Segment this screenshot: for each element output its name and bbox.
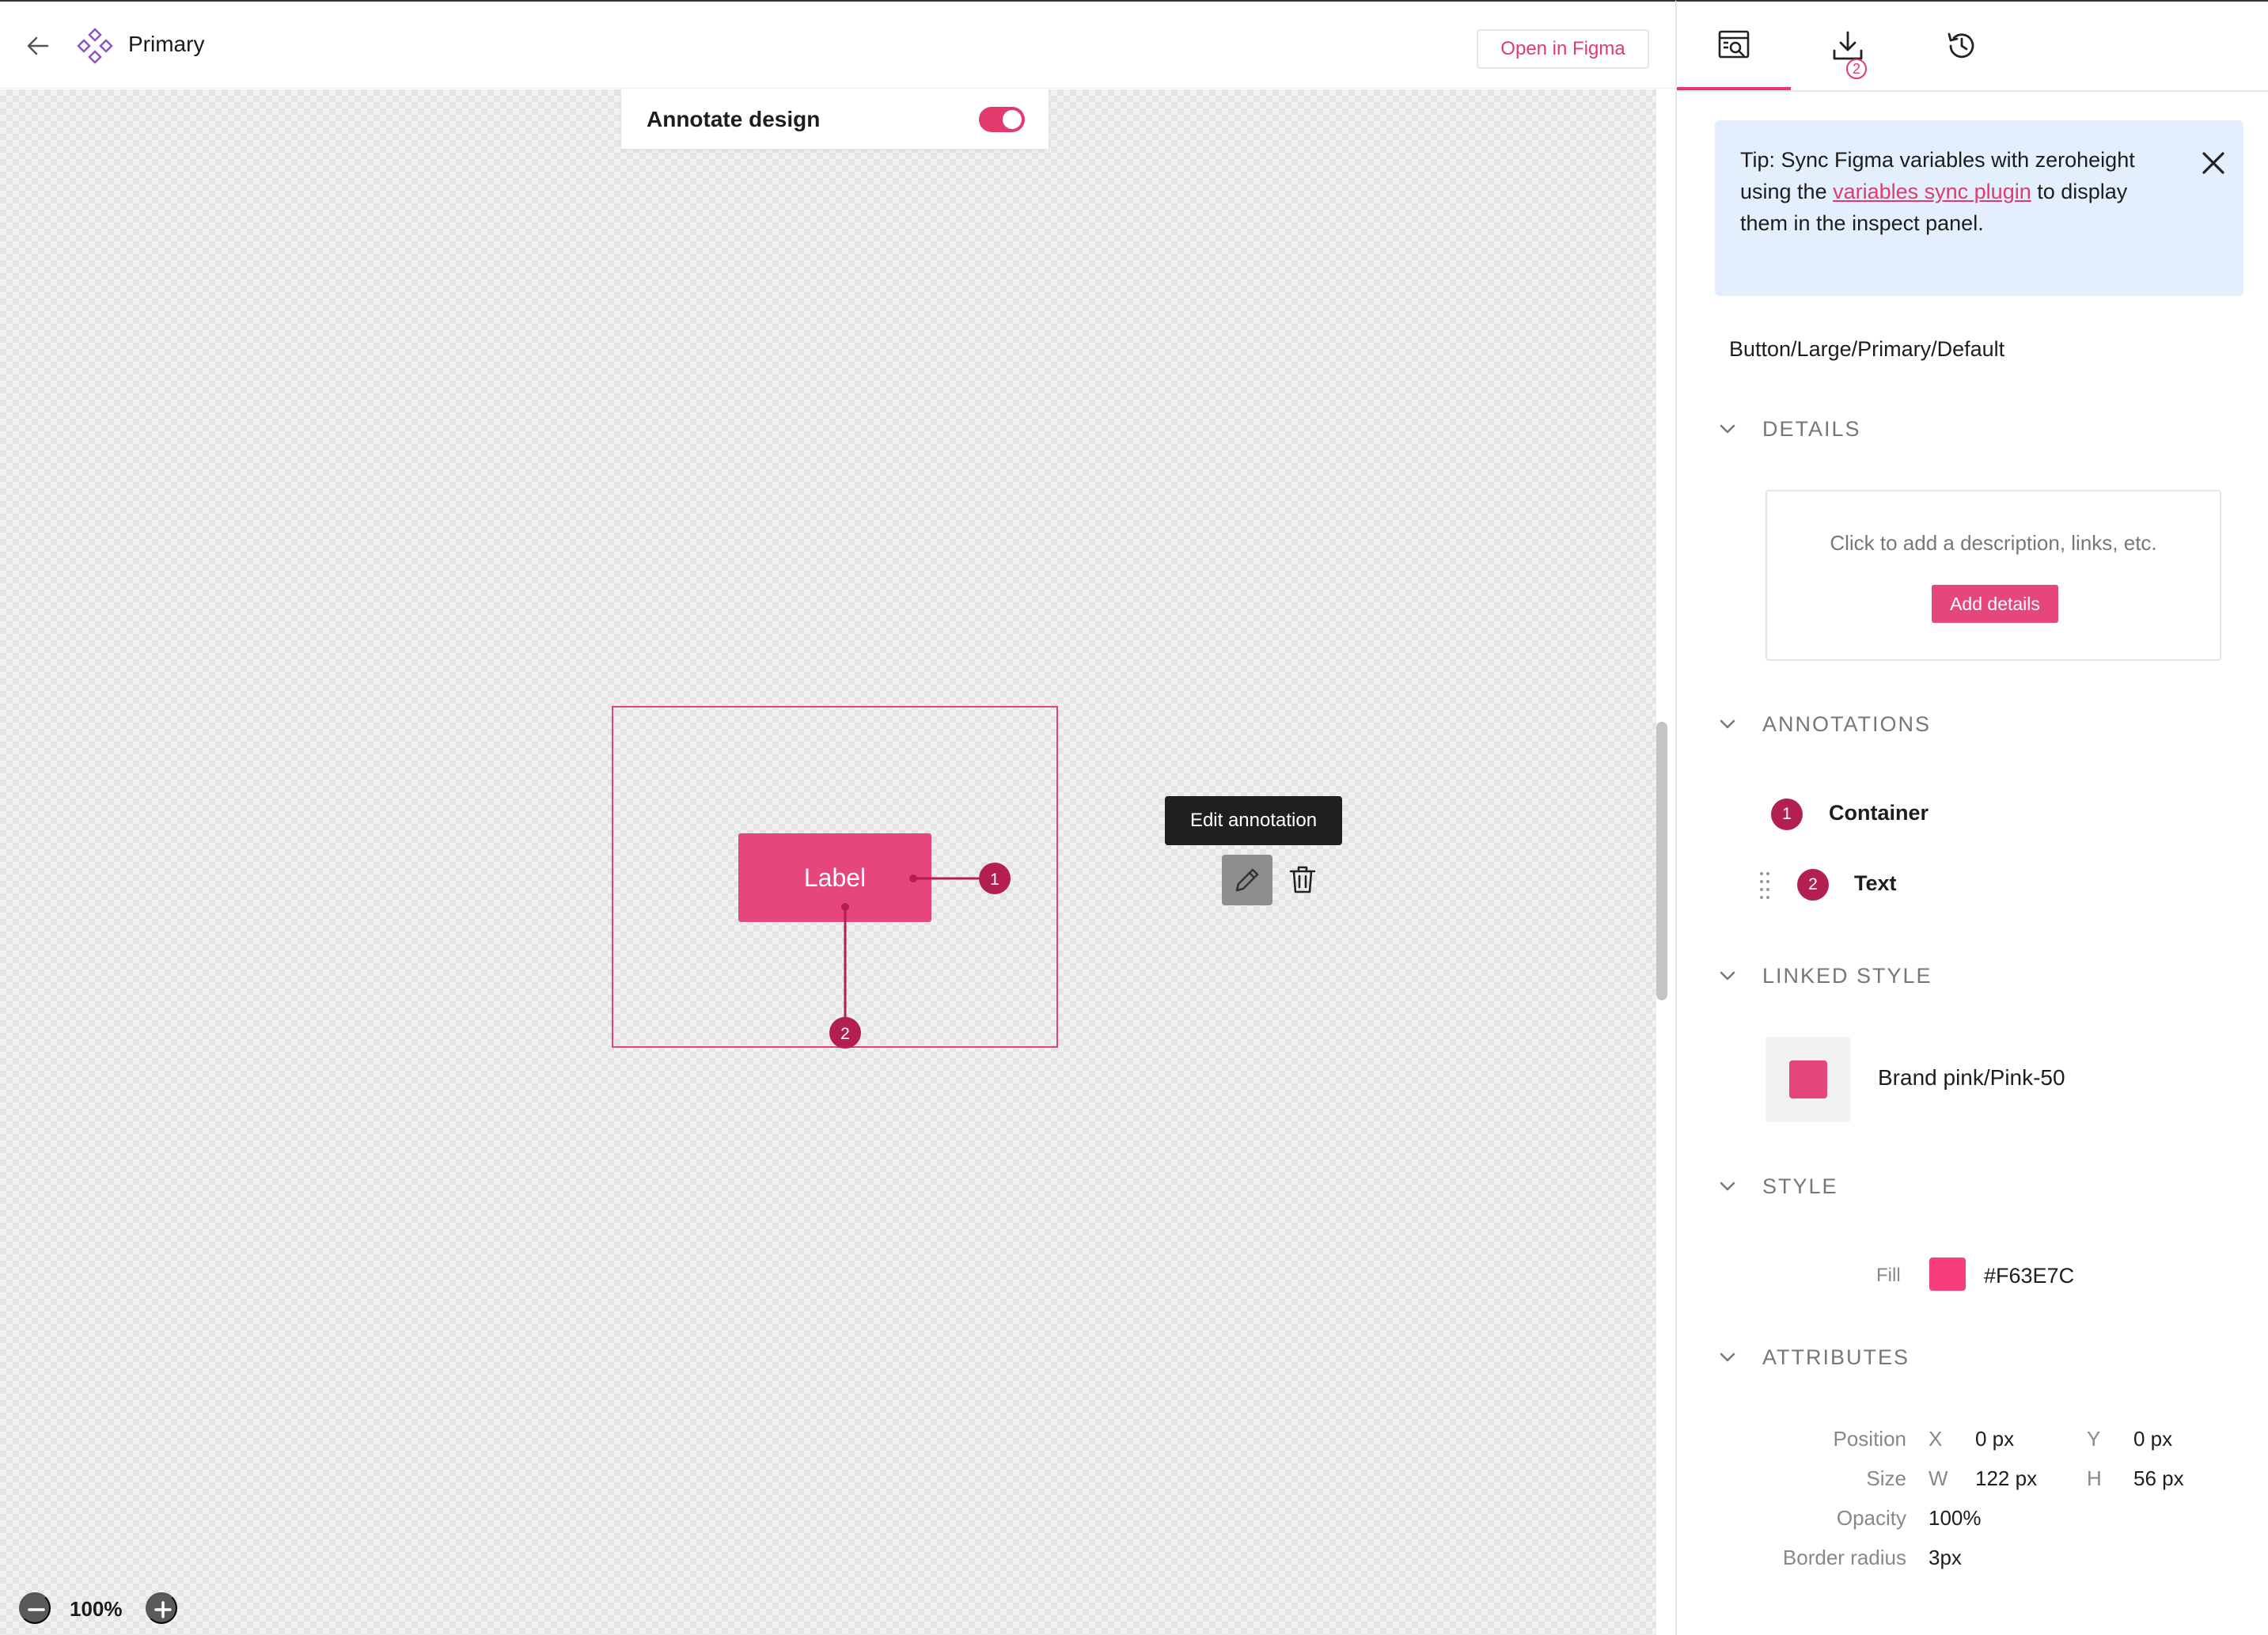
zoom-in-button[interactable] <box>146 1592 177 1624</box>
linked-style-swatch[interactable] <box>1765 1037 1851 1122</box>
annotation-number-badge: 2 <box>1797 869 1829 901</box>
linked-style-color <box>1789 1060 1827 1098</box>
download-count-badge: 2 <box>1846 59 1867 79</box>
annotation-number-badge: 1 <box>1771 799 1803 830</box>
fill-value[interactable]: #F63E7C <box>1984 1264 2074 1288</box>
canvas-scrollbar[interactable] <box>1656 722 1667 1000</box>
component-path: Button/Large/Primary/Default <box>1729 337 2005 361</box>
annotate-design-toggle[interactable] <box>979 107 1025 132</box>
component-preview-label: Label <box>803 863 867 892</box>
zoom-out-button[interactable] <box>19 1592 51 1624</box>
attributes-section-title: ATTRIBUTES <box>1762 1345 1910 1369</box>
annotation-name: Container <box>1829 801 1929 825</box>
inspect-icon <box>1718 30 1750 59</box>
back-button[interactable] <box>22 30 54 62</box>
chevron-down-icon <box>1720 719 1735 729</box>
x-value: 0 px <box>1975 1427 2015 1451</box>
annotation-name: Text <box>1854 871 1897 895</box>
fill-label: Fill <box>1876 1265 1901 1286</box>
pencil-icon <box>1235 868 1259 892</box>
tip-close-button[interactable] <box>2198 147 2229 179</box>
h-value: 56 px <box>2133 1466 2184 1490</box>
edit-annotation-tooltip: Edit annotation <box>1165 796 1342 845</box>
minus-icon <box>28 1608 45 1611</box>
tip-text: Tip: Sync Figma variables with zeroheigh… <box>1740 144 2152 239</box>
details-section-header[interactable]: DETAILS <box>1715 413 1861 445</box>
y-axis-label: Y <box>2087 1427 2101 1451</box>
component-icon <box>77 28 113 64</box>
tip-banner: Tip: Sync Figma variables with zeroheigh… <box>1715 120 2243 296</box>
edit-annotation-button[interactable] <box>1222 855 1272 905</box>
y-value: 0 px <box>2133 1427 2173 1451</box>
fill-swatch[interactable] <box>1929 1258 1966 1291</box>
chevron-down-icon <box>1720 971 1735 981</box>
tab-history[interactable] <box>1905 2 2019 90</box>
w-axis-label: W <box>1929 1466 1948 1490</box>
border-radius-label: Border radius <box>1782 1546 1906 1569</box>
delete-annotation-button[interactable] <box>1280 858 1325 902</box>
history-icon <box>1948 32 1974 59</box>
panel-tabs: 2 <box>1677 2 2268 92</box>
details-section-title: DETAILS <box>1762 416 1861 441</box>
arrow-left-icon <box>27 36 49 55</box>
add-details-button[interactable]: Add details <box>1932 585 2058 623</box>
opacity-label: Opacity <box>1836 1506 1906 1530</box>
attributes-section-header[interactable]: ATTRIBUTES <box>1715 1341 1910 1373</box>
tab-download[interactable] <box>1791 2 1905 90</box>
annotate-design-label: Annotate design <box>647 107 821 131</box>
close-icon <box>2202 152 2224 174</box>
annotations-section-title: ANNOTATIONS <box>1762 711 1932 736</box>
details-box[interactable]: Click to add a description, links, etc. … <box>1765 490 2221 661</box>
h-axis-label: H <box>2087 1466 2102 1490</box>
drag-handle-icon[interactable] <box>1759 871 1770 901</box>
linked-style-section-header[interactable]: LINKED STYLE <box>1715 960 1932 992</box>
style-section-header[interactable]: STYLE <box>1715 1170 1838 1202</box>
trash-icon <box>1289 866 1316 893</box>
border-radius-value: 3px <box>1929 1546 1962 1569</box>
canvas-area: Primary Open in Figma Annotate design La… <box>0 0 1675 1635</box>
linked-style-section-title: LINKED STYLE <box>1762 963 1932 988</box>
variables-sync-plugin-link[interactable]: variables sync plugin <box>1833 180 2031 203</box>
x-axis-label: X <box>1929 1427 1943 1451</box>
zoom-level: 100% <box>70 1597 123 1621</box>
tab-inspect[interactable] <box>1677 2 1791 90</box>
chevron-down-icon <box>1720 1352 1735 1362</box>
component-preview-button[interactable]: Label <box>738 833 931 922</box>
toggle-knob <box>1003 110 1022 129</box>
page-title: Primary <box>128 32 205 56</box>
plus-icon <box>154 1601 172 1618</box>
linked-style-name: Brand pink/Pink-50 <box>1878 1065 2065 1090</box>
style-section-title: STYLE <box>1762 1174 1838 1198</box>
size-label: Size <box>1866 1466 1906 1490</box>
open-in-figma-button[interactable]: Open in Figma <box>1477 29 1649 69</box>
inspect-panel: 2 Tip: Sync Figma variables with zerohei… <box>1675 0 2268 1635</box>
position-label: Position <box>1833 1427 1907 1451</box>
chevron-down-icon <box>1720 1182 1735 1191</box>
details-hint: Click to add a description, links, etc. <box>1830 531 2157 555</box>
w-value: 122 px <box>1975 1466 2038 1490</box>
chevron-down-icon <box>1720 424 1735 434</box>
annotations-section-header[interactable]: ANNOTATIONS <box>1715 708 1931 740</box>
top-bar: Primary Open in Figma <box>0 2 1675 89</box>
annotate-design-panel: Annotate design <box>620 89 1049 150</box>
opacity-value: 100% <box>1929 1506 1982 1530</box>
download-icon <box>1833 31 1863 60</box>
